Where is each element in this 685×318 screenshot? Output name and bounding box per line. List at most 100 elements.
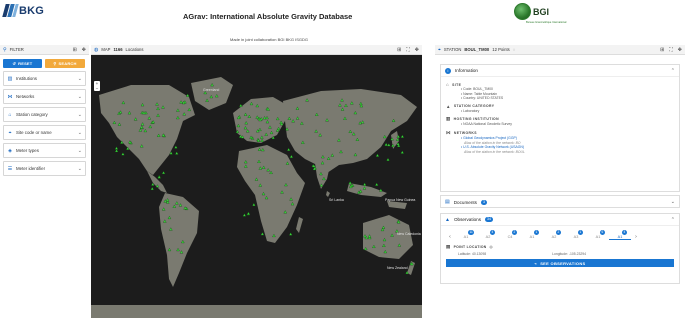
station-marker-icon[interactable] (114, 149, 119, 153)
station-marker-icon[interactable] (242, 213, 247, 217)
filter-meter-types[interactable]: ◈ Meter types ⌄ (3, 143, 86, 158)
point-location-label: POINT LOCATION (453, 245, 487, 249)
station-marker-icon[interactable] (348, 181, 352, 185)
world-map[interactable]: Greenland Sri Lanka Papua New Guinea New… (91, 55, 422, 318)
station-panel: i Information ⌃ ⌂SITE Code: BOUL_TM00 Na… (435, 55, 685, 318)
station-marker-icon[interactable] (174, 145, 178, 149)
station-marker-icon[interactable] (384, 142, 388, 146)
bgi-logo[interactable]: BGI Bureau Gravimétrique International (514, 3, 566, 24)
land-india (315, 161, 331, 189)
document-icon: ▤ (445, 199, 450, 205)
filter-institutions[interactable]: ▥ Institutions ⌄ (3, 71, 86, 86)
station-marker-icon[interactable] (252, 202, 256, 207)
chevron-down-icon[interactable]: ⌄ (671, 199, 675, 205)
station-marker-icon[interactable] (114, 146, 119, 150)
station-marker-icon[interactable] (387, 143, 391, 147)
filter-networks[interactable]: ⋈ Networks ⌄ (3, 89, 86, 104)
station-marker-icon[interactable] (288, 232, 293, 236)
home-icon: ⌂ (446, 82, 450, 87)
map-canvas[interactable]: Greenland Sri Lanka Papua New Guinea New… (91, 55, 422, 318)
observation-tab[interactable]: 2 C4 (499, 230, 521, 239)
station-marker-icon[interactable] (121, 152, 125, 156)
documents-card[interactable]: ▤ Documents 3 ⌄ (440, 195, 680, 208)
station-marker-icon[interactable] (161, 170, 166, 175)
station-marker-icon[interactable] (374, 182, 379, 186)
site-country: Country: UNITED STATES (461, 96, 674, 101)
station-code: BOUL_TM00 (464, 47, 490, 52)
see-observations-label: SEE OBSERVATIONS (540, 260, 586, 266)
filter-station-category[interactable]: ⌂ Station category ⌄ (3, 107, 86, 122)
fullscreen-icon[interactable]: ⛶ (669, 47, 673, 53)
search-button[interactable]: ⚲ SEARCH (45, 59, 85, 68)
station-marker-icon[interactable] (260, 232, 265, 236)
chevron-up-icon[interactable]: ⌃ (671, 217, 675, 223)
information-header[interactable]: i Information ⌃ (441, 65, 679, 77)
observation-tab[interactable]: 4 A2 (477, 230, 499, 239)
longitude-value: Longitude: -105.23294 (552, 252, 586, 256)
station-marker-icon[interactable] (379, 188, 383, 192)
documents-title: Documents (453, 199, 477, 205)
station-marker-icon[interactable] (185, 93, 190, 97)
tab-count-badge: 1 (578, 230, 583, 235)
land-south-america (159, 193, 199, 287)
filter-meter-identifier[interactable]: ☰ Meter identifier ⌄ (3, 161, 86, 176)
panel-toggle-icon[interactable]: ⊞ (660, 47, 664, 53)
panel-toggle-icon[interactable]: ⊞ (397, 47, 401, 53)
app-header: BKG AGrav: International Absolute Gravit… (0, 0, 685, 42)
chevron-left-icon[interactable]: ‹ (445, 230, 455, 240)
station-marker-icon[interactable] (239, 103, 243, 107)
home-icon: ⌂ (8, 111, 12, 118)
info-circle-icon[interactable]: ◌ (513, 47, 516, 52)
station-marker-icon[interactable] (174, 151, 179, 155)
station-marker-icon[interactable] (386, 157, 390, 161)
station-marker-icon[interactable] (400, 134, 405, 138)
station-marker-icon[interactable] (362, 182, 367, 186)
chevron-down-icon: ⌄ (77, 165, 82, 172)
label-papua: Papua New Guinea (385, 198, 415, 202)
observation-tab[interactable]: 1 A1 (521, 230, 543, 239)
filter-item-label: Institutions (16, 76, 37, 81)
location-target-icon[interactable]: ◎ (490, 245, 493, 249)
panel-toggle-icon[interactable]: ⊞ (73, 47, 77, 53)
observation-tab-active[interactable]: 4 A1 (609, 230, 631, 240)
observation-tab[interactable]: 2 A2 (543, 230, 565, 239)
tab-label: A1 (617, 235, 623, 239)
tab-count-badge: 4 (622, 230, 627, 235)
chevron-down-icon: ⌄ (77, 93, 82, 100)
label-sri-lanka: Sri Lanka (329, 198, 344, 202)
zoom-out-icon[interactable]: − (94, 86, 100, 91)
documents-header[interactable]: ▤ Documents 3 ⌄ (441, 196, 679, 208)
observation-tab[interactable]: 6 A1 (587, 230, 609, 239)
bkg-logo[interactable]: BKG (2, 4, 44, 17)
filter-item-label: Meter types (16, 148, 39, 153)
observation-tab[interactable]: 11 A1 (455, 230, 477, 239)
land-papua (387, 201, 407, 209)
zoom-control[interactable]: + − (94, 81, 100, 91)
tab-count-badge: 1 (534, 230, 539, 235)
fullscreen-icon[interactable]: ⛶ (406, 47, 410, 53)
station-marker-icon[interactable] (286, 147, 291, 151)
station-marker-icon[interactable] (400, 150, 405, 154)
move-icon[interactable]: ✥ (415, 47, 419, 53)
observation-tabs: ‹ 11 A1 4 A2 2 C4 1 A1 2 A2 1 A3 6 A1 4 A1 › (441, 226, 679, 241)
reset-button[interactable]: ↺ RESET (3, 59, 42, 68)
chevron-right-icon[interactable]: › (631, 230, 641, 240)
filter-item-label: Site code or name (16, 130, 52, 135)
station-header-label: STATION (443, 47, 462, 52)
filter-site-code[interactable]: ⌖ Site code or name ⌄ (3, 125, 86, 140)
building-icon: ▲ (446, 103, 451, 109)
observations-header[interactable]: ▲ Observations 34 ⌃ (441, 214, 679, 226)
station-marker-icon[interactable] (150, 186, 155, 191)
see-observations-button[interactable]: ⌁ SEE OBSERVATIONS (446, 259, 674, 267)
move-icon[interactable]: ✥ (678, 47, 682, 53)
station-marker-icon[interactable] (289, 154, 294, 158)
continents (91, 77, 422, 318)
label-new-caledonia: New Caledonia (397, 232, 421, 236)
label-new-zealand: New Zealand (387, 266, 408, 270)
information-card: i Information ⌃ ⌂SITE Code: BOUL_TM00 Na… (440, 64, 680, 192)
observation-tab[interactable]: 1 A3 (565, 230, 587, 239)
chevron-up-icon[interactable]: ⌃ (671, 68, 675, 74)
move-icon[interactable]: ✥ (82, 47, 86, 53)
station-marker-icon[interactable] (375, 153, 380, 157)
chevron-down-icon: ⌄ (77, 147, 82, 154)
